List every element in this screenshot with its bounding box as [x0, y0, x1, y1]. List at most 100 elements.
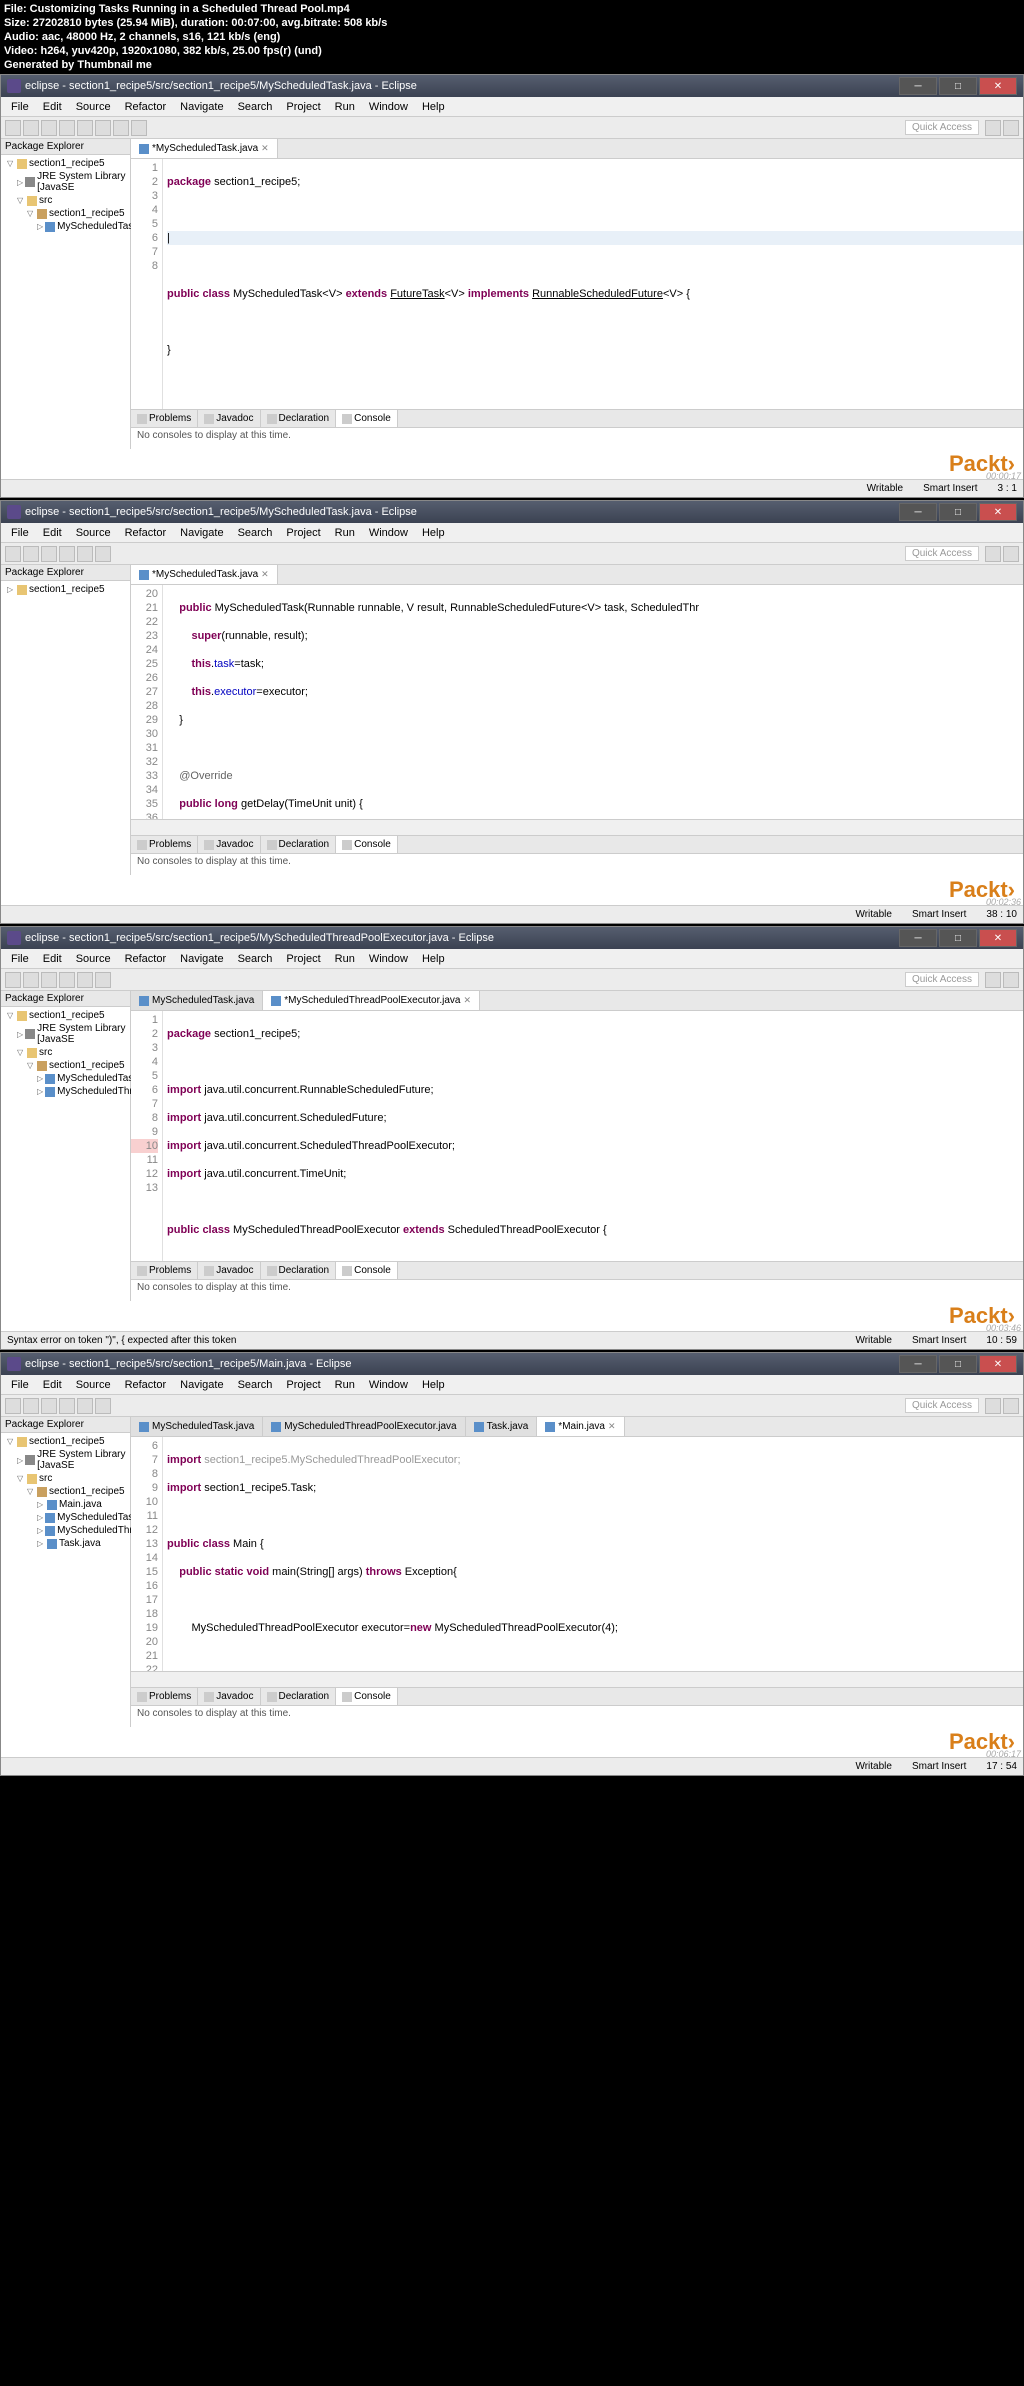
menu-search[interactable]: Search — [232, 952, 279, 966]
toolbar-icon[interactable] — [59, 1398, 75, 1414]
perspective-icon[interactable] — [1003, 120, 1019, 136]
tree-file[interactable]: ▷MyScheduledThreadI — [3, 1524, 128, 1537]
perspective-icon[interactable] — [985, 972, 1001, 988]
horizontal-scrollbar[interactable] — [131, 819, 1023, 835]
editor-tab-active[interactable]: *MyScheduledThreadPoolExecutor.java✕ — [263, 991, 480, 1010]
toolbar-icon[interactable] — [41, 120, 57, 136]
tab-javadoc[interactable]: Javadoc — [198, 836, 260, 853]
perspective-icon[interactable] — [1003, 546, 1019, 562]
tree-project[interactable]: ▽section1_recipe5 — [3, 1009, 128, 1022]
menu-source[interactable]: Source — [70, 100, 117, 114]
tab-problems[interactable]: Problems — [131, 1262, 198, 1279]
quick-access[interactable]: Quick Access — [905, 120, 979, 135]
code-editor[interactable]: 12345678 package section1_recipe5; | pub… — [131, 159, 1023, 409]
menu-source[interactable]: Source — [70, 1378, 117, 1392]
toolbar-icon[interactable] — [95, 972, 111, 988]
toolbar-icon[interactable] — [41, 546, 57, 562]
tab-console[interactable]: Console — [336, 1262, 398, 1279]
code-content[interactable]: public MyScheduledTask(Runnable runnable… — [163, 585, 1023, 819]
minimize-button[interactable]: ─ — [899, 503, 937, 521]
close-button[interactable]: ✕ — [979, 503, 1017, 521]
toolbar-icon[interactable] — [77, 546, 93, 562]
toolbar-icon[interactable] — [95, 120, 111, 136]
menu-refactor[interactable]: Refactor — [119, 526, 173, 540]
code-content[interactable]: package section1_recipe5; import java.ut… — [163, 1011, 1023, 1261]
menu-help[interactable]: Help — [416, 100, 451, 114]
close-button[interactable]: ✕ — [979, 929, 1017, 947]
tree-src[interactable]: ▽src — [3, 194, 128, 207]
menu-file[interactable]: File — [5, 952, 35, 966]
tab-problems[interactable]: Problems — [131, 410, 198, 427]
menu-navigate[interactable]: Navigate — [174, 1378, 229, 1392]
menu-help[interactable]: Help — [416, 1378, 451, 1392]
title-bar[interactable]: eclipse - section1_recipe5/src/section1_… — [1, 927, 1023, 949]
tab-console[interactable]: Console — [336, 1688, 398, 1705]
toolbar-icon[interactable] — [77, 1398, 93, 1414]
menu-search[interactable]: Search — [232, 1378, 279, 1392]
toolbar-icon[interactable] — [41, 972, 57, 988]
tree-jre[interactable]: ▷JRE System Library [JavaSE — [3, 1022, 128, 1046]
editor-tab[interactable]: MyScheduledThreadPoolExecutor.java — [263, 1417, 465, 1436]
menu-project[interactable]: Project — [280, 952, 326, 966]
toolbar-icon[interactable] — [131, 120, 147, 136]
toolbar-icon[interactable] — [23, 546, 39, 562]
toolbar-icon[interactable] — [5, 972, 21, 988]
minimize-button[interactable]: ─ — [899, 1355, 937, 1373]
menu-run[interactable]: Run — [329, 526, 361, 540]
tree-file[interactable]: ▷MyScheduledTask.jav — [3, 1072, 128, 1085]
menu-navigate[interactable]: Navigate — [174, 526, 229, 540]
perspective-icon[interactable] — [1003, 1398, 1019, 1414]
menu-edit[interactable]: Edit — [37, 526, 68, 540]
menu-run[interactable]: Run — [329, 1378, 361, 1392]
title-bar[interactable]: eclipse - section1_recipe5/src/section1_… — [1, 501, 1023, 523]
menu-search[interactable]: Search — [232, 526, 279, 540]
tab-declaration[interactable]: Declaration — [261, 836, 337, 853]
menu-edit[interactable]: Edit — [37, 100, 68, 114]
toolbar-icon[interactable] — [113, 120, 129, 136]
tree-jre[interactable]: ▷JRE System Library [JavaSE — [3, 170, 128, 194]
menu-source[interactable]: Source — [70, 526, 117, 540]
tree-file[interactable]: ▷MyScheduledThreadI — [3, 1085, 128, 1098]
tree-src[interactable]: ▽src — [3, 1472, 128, 1485]
toolbar-icon[interactable] — [5, 120, 21, 136]
menu-file[interactable]: File — [5, 100, 35, 114]
tree-file[interactable]: ▷Main.java — [3, 1498, 128, 1511]
tab-console[interactable]: Console — [336, 836, 398, 853]
quick-access[interactable]: Quick Access — [905, 972, 979, 987]
tree-file[interactable]: ▷Task.java — [3, 1537, 128, 1550]
toolbar-icon[interactable] — [77, 120, 93, 136]
editor-tab[interactable]: MyScheduledTask.java — [131, 991, 263, 1010]
toolbar-icon[interactable] — [77, 972, 93, 988]
tree-src[interactable]: ▽src — [3, 1046, 128, 1059]
horizontal-scrollbar[interactable] — [131, 1671, 1023, 1687]
menu-file[interactable]: File — [5, 1378, 35, 1392]
maximize-button[interactable]: □ — [939, 1355, 977, 1373]
tree-project[interactable]: ▽section1_recipe5 — [3, 1435, 128, 1448]
minimize-button[interactable]: ─ — [899, 929, 937, 947]
toolbar-icon[interactable] — [59, 972, 75, 988]
editor-tab[interactable]: MyScheduledTask.java — [131, 1417, 263, 1436]
menu-window[interactable]: Window — [363, 100, 414, 114]
toolbar-icon[interactable] — [5, 546, 21, 562]
close-button[interactable]: ✕ — [979, 1355, 1017, 1373]
code-editor[interactable]: 678910111213141516171819202122232425 imp… — [131, 1437, 1023, 1671]
toolbar-icon[interactable] — [23, 1398, 39, 1414]
maximize-button[interactable]: □ — [939, 503, 977, 521]
quick-access[interactable]: Quick Access — [905, 546, 979, 561]
menu-refactor[interactable]: Refactor — [119, 100, 173, 114]
tab-problems[interactable]: Problems — [131, 836, 198, 853]
menu-file[interactable]: File — [5, 526, 35, 540]
quick-access[interactable]: Quick Access — [905, 1398, 979, 1413]
maximize-button[interactable]: □ — [939, 77, 977, 95]
code-content[interactable]: package section1_recipe5; | public class… — [163, 159, 1023, 409]
toolbar-icon[interactable] — [41, 1398, 57, 1414]
tree-jre[interactable]: ▷JRE System Library [JavaSE — [3, 1448, 128, 1472]
code-editor[interactable]: 12345678910111213 package section1_recip… — [131, 1011, 1023, 1261]
maximize-button[interactable]: □ — [939, 929, 977, 947]
menu-window[interactable]: Window — [363, 952, 414, 966]
editor-tab[interactable]: *MyScheduledTask.java✕ — [131, 565, 278, 584]
perspective-icon[interactable] — [985, 546, 1001, 562]
menu-source[interactable]: Source — [70, 952, 117, 966]
menu-project[interactable]: Project — [280, 526, 326, 540]
close-button[interactable]: ✕ — [979, 77, 1017, 95]
